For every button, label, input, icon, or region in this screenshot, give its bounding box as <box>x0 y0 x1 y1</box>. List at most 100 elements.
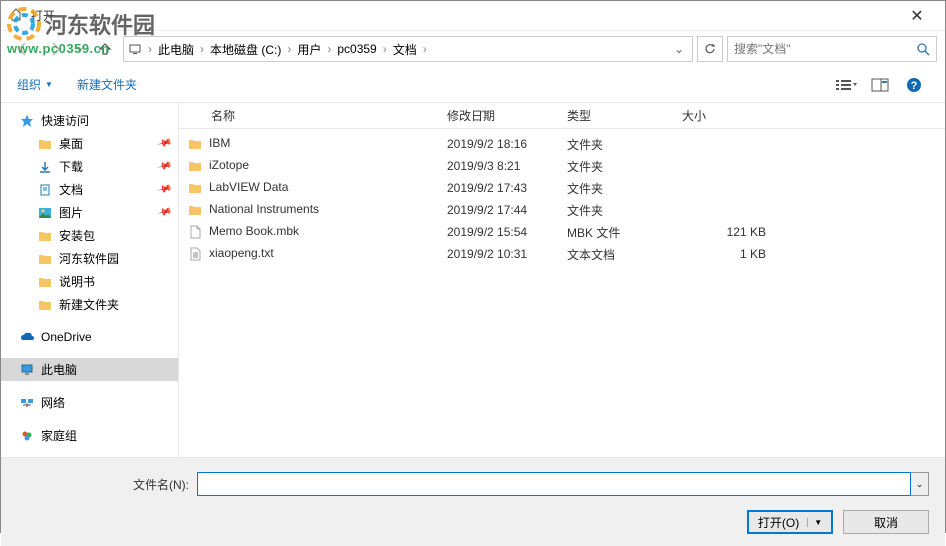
star-icon <box>19 113 35 129</box>
file-type: 文件夹 <box>559 180 674 197</box>
file-row[interactable]: LabVIEW Data2019/9/2 17:43文件夹 <box>179 177 945 199</box>
file-name: xiaopeng.txt <box>209 246 274 260</box>
breadcrumb-item[interactable]: 本地磁盘 (C:) <box>206 41 285 58</box>
up-button[interactable] <box>91 36 119 62</box>
close-button[interactable]: ✕ <box>897 6 937 26</box>
file-date: 2019/9/3 8:21 <box>439 159 559 173</box>
file-row[interactable]: Memo Book.mbk2019/9/2 15:54MBK 文件121 KB <box>179 221 945 243</box>
network-icon <box>19 395 35 411</box>
file-name: iZotope <box>209 158 249 172</box>
pin-icon: 📌 <box>156 136 172 152</box>
onedrive-icon <box>19 329 35 345</box>
new-folder-button[interactable]: 新建文件夹 <box>77 76 137 93</box>
open-button[interactable]: 打开(O) ▼ <box>747 510 833 534</box>
refresh-button[interactable] <box>697 36 723 62</box>
sidebar: 快速访问 桌面 📌 下载 📌 文档 📌 图片 📌 安装包 河东软件园 <box>1 103 179 457</box>
pictures-icon <box>37 205 53 221</box>
file-type: 文件夹 <box>559 202 674 219</box>
chevron-right-icon: › <box>198 42 206 56</box>
column-size[interactable]: 大小 <box>674 107 774 124</box>
folder-icon <box>37 136 53 152</box>
back-button[interactable] <box>9 36 37 62</box>
sidebar-downloads[interactable]: 下载 📌 <box>1 155 178 178</box>
breadcrumb-item[interactable]: pc0359 <box>333 42 380 56</box>
filename-input[interactable] <box>197 472 911 496</box>
search-icon[interactable] <box>916 42 930 56</box>
sidebar-network[interactable]: 网络 <box>1 391 178 414</box>
sidebar-quick-access[interactable]: 快速访问 <box>1 109 178 132</box>
chevron-right-icon: › <box>421 42 429 56</box>
file-name: Memo Book.mbk <box>209 224 299 238</box>
breadcrumb-item[interactable]: 文档 <box>389 41 421 58</box>
file-row[interactable]: National Instruments 2019/9/2 17:44文件夹 <box>179 199 945 221</box>
sidebar-newfolder[interactable]: 新建文件夹 <box>1 293 178 316</box>
file-icon <box>187 224 203 240</box>
file-size: 1 KB <box>674 247 774 261</box>
sidebar-onedrive[interactable]: OneDrive <box>1 326 178 348</box>
forward-button[interactable] <box>41 36 69 62</box>
sidebar-desktop[interactable]: 桌面 📌 <box>1 132 178 155</box>
sort-asc-icon: ⌃ <box>479 109 487 120</box>
sidebar-manual[interactable]: 说明书 <box>1 270 178 293</box>
filename-dropdown[interactable]: ⌄ <box>911 472 929 496</box>
sidebar-documents[interactable]: 文档 📌 <box>1 178 178 201</box>
file-type: MBK 文件 <box>559 224 674 241</box>
folder-icon <box>37 228 53 244</box>
folder-icon <box>187 136 203 152</box>
pin-icon: 📌 <box>156 205 172 221</box>
folder-icon <box>187 180 203 196</box>
view-options-button[interactable] <box>831 73 861 97</box>
navbar: › 此电脑 › 本地磁盘 (C:) › 用户 › pc0359 › 文档 › ⌄ <box>1 31 945 67</box>
titlebar: 打开 ✕ <box>1 1 945 31</box>
txt-icon <box>187 246 203 262</box>
folder-icon <box>37 251 53 267</box>
file-row[interactable]: xiaopeng.txt 2019/9/2 10:31文本文档1 KB <box>179 243 945 265</box>
file-type: 文件夹 <box>559 158 674 175</box>
chevron-right-icon: › <box>325 42 333 56</box>
file-type: 文本文档 <box>559 246 674 263</box>
pc-icon <box>128 42 142 56</box>
sidebar-homegroup[interactable]: 家庭组 <box>1 424 178 447</box>
pin-icon: 📌 <box>156 159 172 175</box>
breadcrumb-item[interactable]: 此电脑 <box>154 41 198 58</box>
column-type[interactable]: 类型 <box>559 107 674 124</box>
file-date: 2019/9/2 17:44 <box>439 203 559 217</box>
file-size: 121 KB <box>674 225 774 239</box>
file-row[interactable]: IBM2019/9/2 18:16文件夹 <box>179 133 945 155</box>
preview-pane-button[interactable] <box>865 73 895 97</box>
file-date: 2019/9/2 17:43 <box>439 181 559 195</box>
pin-icon: 📌 <box>156 182 172 198</box>
sidebar-hedong[interactable]: 河东软件园 <box>1 247 178 270</box>
svg-text:?: ? <box>911 80 918 92</box>
column-headers: 名称 ⌃ 修改日期 类型 大小 <box>179 103 945 129</box>
recent-dropdown[interactable] <box>73 36 87 62</box>
filename-label: 文件名(N): <box>17 476 197 493</box>
chevron-right-icon: › <box>381 42 389 56</box>
dropdown-icon: ▼ <box>45 80 53 89</box>
organize-button[interactable]: 组织 ▼ <box>17 76 53 93</box>
column-name[interactable]: 名称 ⌃ <box>179 107 439 124</box>
file-row[interactable]: iZotope 2019/9/3 8:21文件夹 <box>179 155 945 177</box>
cancel-button[interactable]: 取消 <box>843 510 929 534</box>
breadcrumb[interactable]: › 此电脑 › 本地磁盘 (C:) › 用户 › pc0359 › 文档 › ⌄ <box>123 36 693 62</box>
documents-icon <box>37 182 53 198</box>
breadcrumb-item[interactable]: 用户 <box>293 41 325 58</box>
app-icon <box>9 8 25 24</box>
file-list: 名称 ⌃ 修改日期 类型 大小 IBM2019/9/2 18:16文件夹iZot… <box>179 103 945 457</box>
folder-icon <box>187 202 203 218</box>
help-button[interactable]: ? <box>899 73 929 97</box>
toolbar: 组织 ▼ 新建文件夹 ? <box>1 67 945 103</box>
sidebar-installer[interactable]: 安装包 <box>1 224 178 247</box>
homegroup-icon <box>19 428 35 444</box>
file-name: National Instruments <box>209 202 319 216</box>
breadcrumb-dropdown-icon[interactable]: ⌄ <box>674 42 684 56</box>
sidebar-pictures[interactable]: 图片 📌 <box>1 201 178 224</box>
folder-icon <box>37 297 53 313</box>
window-title: 打开 <box>31 7 897 24</box>
file-date: 2019/9/2 10:31 <box>439 247 559 261</box>
search-box[interactable] <box>727 36 937 62</box>
search-input[interactable] <box>734 42 916 56</box>
sidebar-this-pc[interactable]: 此电脑 <box>1 358 178 381</box>
chevron-right-icon: › <box>285 42 293 56</box>
column-date[interactable]: 修改日期 <box>439 107 559 124</box>
